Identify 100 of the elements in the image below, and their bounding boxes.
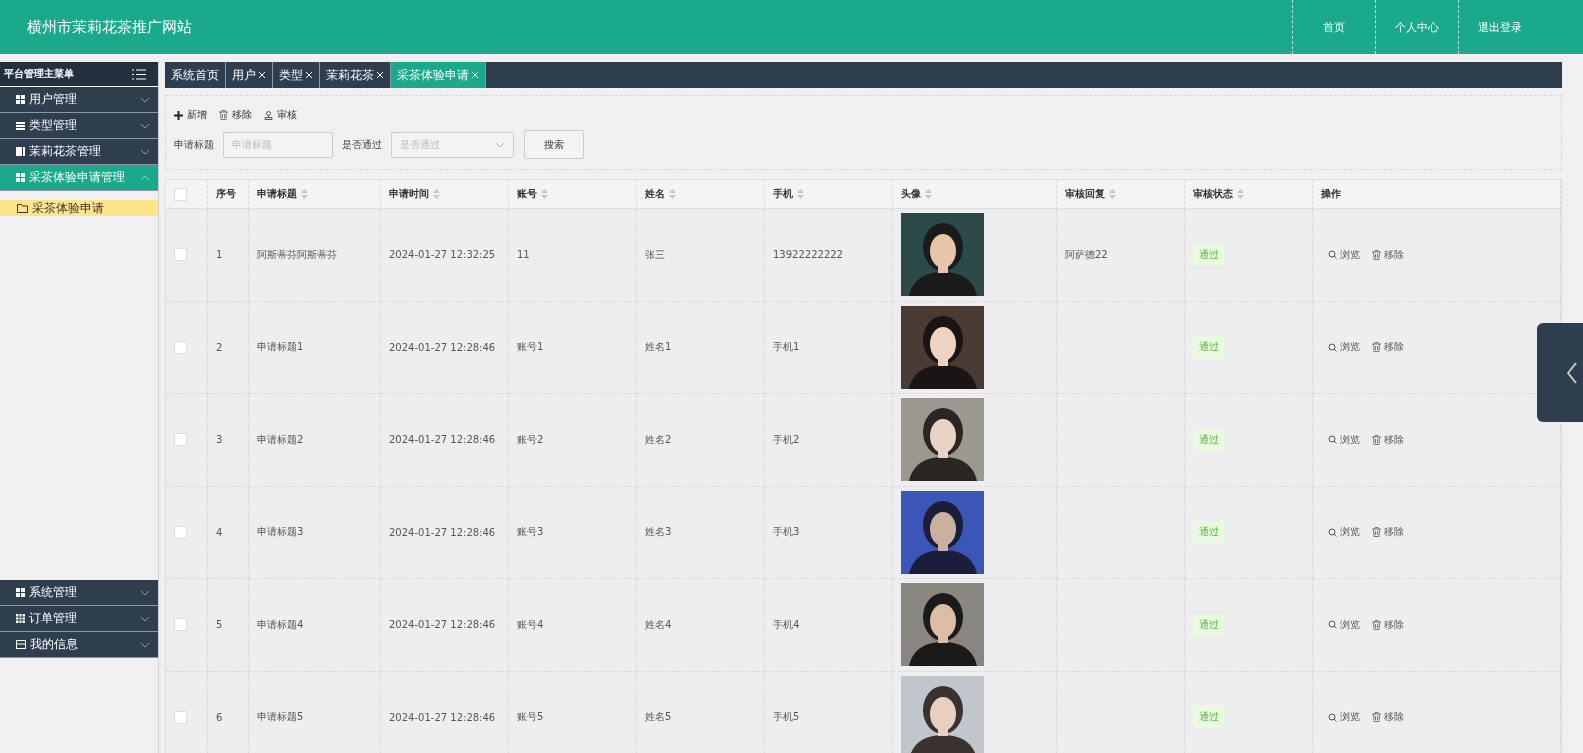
search-icon: [1328, 527, 1337, 537]
tab[interactable]: 系统首页: [165, 62, 226, 88]
search-icon: [1328, 250, 1337, 260]
search-button[interactable]: 搜索: [524, 130, 584, 159]
action-link[interactable]: 移除: [1372, 247, 1404, 262]
action-link[interactable]: 移除: [1372, 617, 1404, 632]
checkbox[interactable]: [174, 710, 187, 724]
column-header[interactable]: 头像: [893, 180, 1057, 209]
action-link[interactable]: 浏览: [1328, 617, 1360, 632]
card-icon: [16, 640, 26, 649]
folder-icon: [17, 203, 28, 213]
menu-item[interactable]: 我的信息: [0, 632, 158, 658]
menu-item[interactable]: 订单管理: [0, 606, 158, 632]
checkbox[interactable]: [174, 187, 187, 201]
table-cell: 申请标题1: [257, 340, 304, 355]
checkbox[interactable]: [174, 433, 187, 447]
field-label: 申请标题: [174, 137, 214, 152]
menu-item[interactable]: 类型管理: [0, 113, 158, 139]
column-header[interactable]: 申请标题: [249, 180, 381, 209]
checkbox[interactable]: [174, 618, 187, 632]
action-link[interactable]: 浏览: [1328, 710, 1360, 725]
status-tag: 通过: [1193, 521, 1225, 544]
table-cell: 申请标题2: [257, 432, 304, 447]
table-cell: 账号1: [517, 340, 544, 355]
close-icon[interactable]: [258, 71, 266, 79]
close-icon[interactable]: [305, 71, 313, 79]
column-header[interactable]: 审核回复: [1057, 180, 1185, 209]
column-header[interactable]: 账号: [509, 180, 637, 209]
table-cell: 姓名3: [645, 525, 672, 540]
action-link[interactable]: 浏览: [1328, 525, 1360, 540]
status-tag: 通过: [1193, 428, 1225, 451]
table-cell: 申请标题3: [257, 525, 304, 540]
column-header[interactable]: 审核状态: [1185, 180, 1313, 209]
column-header[interactable]: 操作: [1313, 180, 1561, 209]
table-cell: 13922222222: [773, 249, 843, 261]
side-panel-handle[interactable]: [1537, 323, 1583, 422]
table-cell: 姓名1: [645, 340, 672, 355]
toolbar-button[interactable]: 移除: [219, 108, 252, 122]
action-link[interactable]: 移除: [1372, 710, 1404, 725]
chevron-down-icon: [140, 589, 150, 596]
table-cell: 5: [216, 619, 223, 631]
table-cell: 申请标题5: [257, 710, 304, 725]
trash-icon: [1372, 342, 1381, 353]
checkbox[interactable]: [174, 340, 187, 354]
table-cell: 阿萨德22: [1057, 209, 1185, 302]
table-cell: 3: [216, 434, 223, 446]
table-cell: 2024-01-27 12:32:25: [389, 249, 496, 261]
toolbar-button[interactable]: 新增: [174, 108, 207, 122]
grid-icon: [16, 588, 25, 597]
table-cell: 手机3: [773, 525, 800, 540]
menu-title: 平台管理主菜单: [4, 67, 74, 81]
table-cell: 姓名4: [645, 617, 672, 632]
table-cell: 2024-01-27 12:28:46: [389, 341, 496, 353]
table-cell: 2024-01-27 12:28:46: [389, 619, 496, 631]
menu-item[interactable]: 系统管理: [0, 580, 158, 606]
table-cell: 2024-01-27 12:28:46: [389, 434, 496, 446]
toolbar-button[interactable]: 审核: [264, 108, 297, 122]
chevron-down-icon: [140, 641, 150, 648]
action-link[interactable]: 移除: [1372, 432, 1404, 447]
tab[interactable]: 用户: [226, 62, 273, 88]
column-header[interactable]: 手机: [765, 180, 893, 209]
chevron-down-icon: [140, 122, 150, 129]
column-header[interactable]: 姓名: [637, 180, 765, 209]
stamp-icon: [264, 110, 273, 120]
action-link[interactable]: 移除: [1372, 525, 1404, 540]
status-tag: 通过: [1193, 336, 1225, 359]
table-cell: 2024-01-27 12:28:46: [389, 711, 496, 723]
search-icon: [1328, 620, 1337, 630]
chevron-down-icon: [140, 615, 150, 622]
checkbox[interactable]: [174, 525, 187, 539]
action-link[interactable]: 浏览: [1328, 432, 1360, 447]
table-cell: 6: [216, 711, 223, 723]
close-icon[interactable]: [376, 71, 384, 79]
menu-item[interactable]: 用户管理: [0, 87, 158, 113]
table-cell: 1: [216, 249, 223, 261]
menu-icon[interactable]: [132, 68, 146, 80]
trash-icon: [1372, 712, 1381, 723]
column-header[interactable]: 申请时间: [381, 180, 509, 209]
grid-icon: [16, 173, 25, 182]
action-link[interactable]: 移除: [1372, 340, 1404, 355]
site-title: 横州市茉莉花茶推广网站: [27, 17, 192, 37]
search-icon: [1328, 342, 1337, 352]
search-icon: [1328, 435, 1337, 445]
submenu-item[interactable]: 采茶体验申请: [0, 200, 158, 216]
chevron-left-icon: [1567, 361, 1577, 384]
menu-item[interactable]: 茉莉花茶管理: [0, 139, 158, 165]
table-cell: 姓名5: [645, 710, 672, 725]
field-label: 是否通过: [342, 137, 382, 152]
table-cell: 4: [216, 526, 223, 538]
table-cell: 账号5: [517, 710, 544, 725]
table-cell: 张三: [645, 247, 665, 262]
column-header[interactable]: 序号: [208, 180, 249, 209]
action-link[interactable]: 浏览: [1328, 340, 1360, 355]
trash-icon: [1372, 619, 1381, 630]
chevron-down-icon: [140, 148, 150, 155]
status-tag: 通过: [1193, 613, 1225, 636]
table-cell: 手机5: [773, 710, 800, 725]
checkbox[interactable]: [174, 248, 187, 262]
action-link[interactable]: 浏览: [1328, 247, 1360, 262]
tab[interactable]: 类型: [273, 62, 320, 88]
